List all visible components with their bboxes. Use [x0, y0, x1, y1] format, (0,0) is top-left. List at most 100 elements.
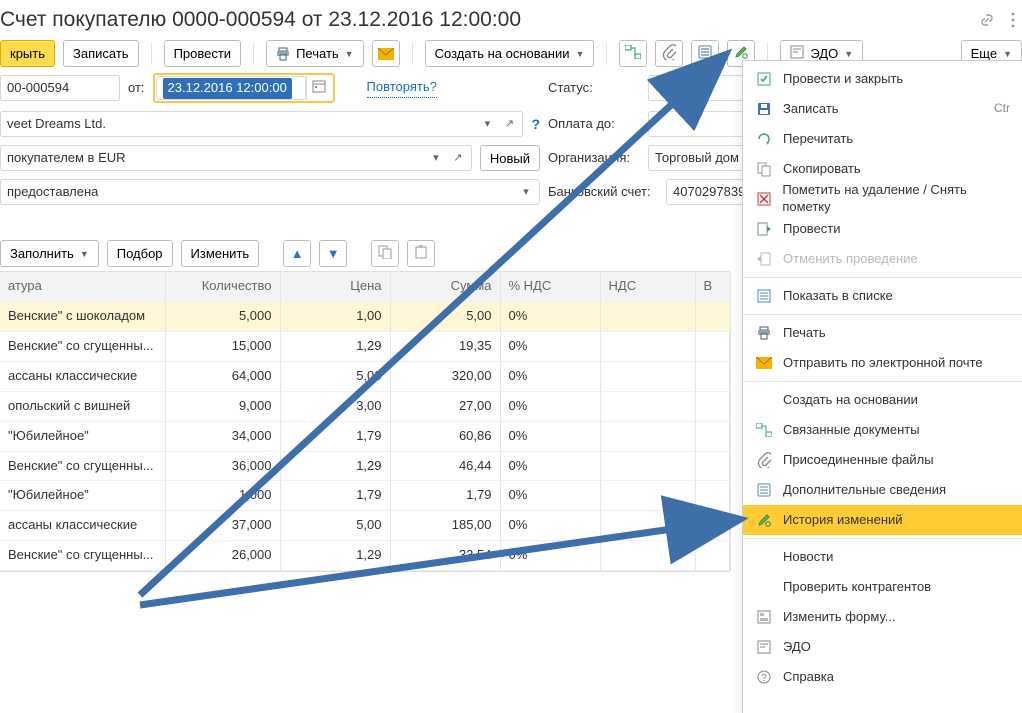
payment-until-label: Оплата до:: [548, 116, 640, 133]
change-button[interactable]: Изменить: [181, 240, 260, 267]
menu-item-провести[interactable]: Провести: [743, 214, 1022, 244]
counterparty-value: veet Dreams Ltd.: [7, 116, 474, 133]
menu-item-перечитать[interactable]: Перечитать: [743, 124, 1022, 154]
number-field[interactable]: 00-000594: [0, 75, 120, 101]
menu-separator: [743, 538, 1022, 539]
menu-item-label: Отправить по электронной почте: [783, 355, 983, 372]
menu-item-печать[interactable]: Печать: [743, 318, 1022, 348]
date-field[interactable]: 23.12.2016 12:00:00: [156, 76, 306, 100]
menu-item-скопировать[interactable]: Скопировать: [743, 154, 1022, 184]
cell-qty: 1,000: [165, 481, 280, 511]
menu-item-отправить-по-электронной-почте[interactable]: Отправить по электронной почте: [743, 348, 1022, 378]
fill-button[interactable]: Заполнить▼: [0, 240, 99, 267]
post-close-button[interactable]: крыть: [0, 40, 55, 67]
menu-item-label: ЭДО: [783, 639, 811, 656]
cell-qty: 9,000: [165, 391, 280, 421]
cell-vat: [600, 361, 695, 391]
menu-item-создать-на-основании[interactable]: Создать на основании: [743, 385, 1022, 415]
menu-item-история-изменений[interactable]: История изменений: [743, 505, 1022, 535]
col-vat-pct[interactable]: % НДС: [500, 272, 600, 301]
printer-icon: [276, 47, 290, 61]
menu-item-изменить-форму-[interactable]: Изменить форму...: [743, 602, 1022, 632]
create-based-button[interactable]: Создать на основании▼: [425, 40, 595, 67]
table-row[interactable]: Венские" со сгущенны...36,0001,2946,440%: [0, 451, 730, 481]
copy-row-button[interactable]: [371, 240, 399, 267]
link-icon[interactable]: [978, 11, 996, 29]
menu-item-записать[interactable]: ЗаписатьCtr: [743, 94, 1022, 124]
calendar-button[interactable]: [306, 76, 332, 100]
help-icon[interactable]: ?: [531, 115, 540, 133]
menu-item-справка[interactable]: ?Справка: [743, 662, 1022, 692]
cell-total: [695, 361, 730, 391]
arrow-up-icon: ▲: [291, 246, 304, 261]
table-row[interactable]: "Юбилейное"1,0001,791,790%: [0, 481, 730, 511]
menu-separator: [743, 277, 1022, 278]
separator: [151, 43, 152, 65]
menu-item-эдо[interactable]: ЭДО: [743, 632, 1022, 662]
menu-item-дополнительные-сведения[interactable]: Дополнительные сведения: [743, 475, 1022, 505]
cell-vat-pct: 0%: [500, 331, 600, 361]
cell-total: [695, 511, 730, 541]
select-button[interactable]: Подбор: [107, 240, 173, 267]
menu-item-присоединенные-файлы[interactable]: Присоединенные файлы: [743, 445, 1022, 475]
dropdown-icon[interactable]: ▾: [517, 180, 535, 204]
table-row[interactable]: опольский с вишней9,0003,0027,000%: [0, 391, 730, 421]
post-button[interactable]: Провести: [164, 40, 242, 67]
attach-button[interactable]: [655, 40, 683, 67]
menu-item-показать-в-списке[interactable]: Показать в списке: [743, 281, 1022, 311]
table-row[interactable]: "Юбилейное"34,0001,7960,860%: [0, 421, 730, 451]
repeat-link[interactable]: Повторять?: [367, 79, 437, 98]
cell-vat-pct: 0%: [500, 391, 600, 421]
blank-icon: [755, 548, 773, 566]
counterparty-field[interactable]: veet Dreams Ltd. ▾ ↗: [0, 111, 523, 137]
dropdown-icon[interactable]: ▾: [427, 146, 445, 170]
menu-item-проверить-контрагентов[interactable]: Проверить контрагентов: [743, 572, 1022, 602]
menu-item-связанные-документы[interactable]: Связанные документы: [743, 415, 1022, 445]
list-icon: [698, 45, 712, 62]
col-sum[interactable]: Сумма: [390, 272, 500, 301]
table-row[interactable]: ассаны классические37,0005,00185,000%: [0, 511, 730, 541]
open-icon[interactable]: ↗: [500, 112, 518, 136]
title-actions: [978, 11, 1022, 29]
table-header-row: атура Количество Цена Сумма % НДС НДС В: [0, 272, 730, 301]
post-icon: [755, 220, 773, 238]
extra-info-button[interactable]: [691, 40, 719, 67]
cell-sum: 60,86: [390, 421, 500, 451]
from-label: от:: [128, 80, 145, 97]
col-nomenclature[interactable]: атура: [0, 272, 165, 301]
col-vat[interactable]: НДС: [600, 272, 695, 301]
cell-price: 1,79: [280, 421, 390, 451]
menu-item-label: Проверить контрагентов: [783, 579, 931, 596]
dropdown-icon[interactable]: ▾: [478, 112, 496, 136]
save-button[interactable]: Записать: [63, 40, 139, 67]
open-icon[interactable]: ↗: [449, 146, 467, 170]
menu-item-пометить-на-удаление-снять-пометку[interactable]: Пометить на удаление / Снять пометку: [743, 184, 1022, 214]
print-button[interactable]: Печать▼: [266, 40, 364, 67]
contract-field[interactable]: покупателем в EUR ▾ ↗: [0, 145, 472, 171]
related-docs-button[interactable]: [619, 40, 647, 67]
col-total[interactable]: В: [695, 272, 730, 301]
table-row[interactable]: ассаны классические64,0005,00320,000%: [0, 361, 730, 391]
menu-item-новости[interactable]: Новости: [743, 542, 1022, 572]
discount-field[interactable]: предоставлена ▾: [0, 179, 540, 205]
move-up-button[interactable]: ▲: [283, 240, 311, 267]
page-title: Счет покупателю 0000-000594 от 23.12.201…: [0, 6, 521, 33]
extra-icon: [755, 481, 773, 499]
cell-vat-pct: 0%: [500, 541, 600, 571]
payment-until-field[interactable]: [648, 111, 748, 137]
form-icon: [755, 608, 773, 626]
table-row[interactable]: Венские" с шоколадом5,0001,005,000%: [0, 302, 730, 332]
col-price[interactable]: Цена: [280, 272, 390, 301]
col-qty[interactable]: Количество: [165, 272, 280, 301]
kebab-icon[interactable]: [1004, 11, 1022, 29]
mail-button[interactable]: [372, 40, 400, 67]
blank-icon: [755, 578, 773, 596]
paste-row-button[interactable]: [407, 240, 435, 267]
menu-item-провести-и-закрыть[interactable]: Провести и закрыть: [743, 64, 1022, 94]
move-down-button[interactable]: ▼: [319, 240, 347, 267]
table-row[interactable]: Венские" со сгущенны...26,0001,2933,540%: [0, 541, 730, 571]
cell-vat-pct: 0%: [500, 481, 600, 511]
svg-text:?: ?: [761, 673, 767, 684]
table-row[interactable]: Венские" со сгущенны...15,0001,2919,350%: [0, 331, 730, 361]
new-button[interactable]: Новый: [480, 145, 540, 171]
